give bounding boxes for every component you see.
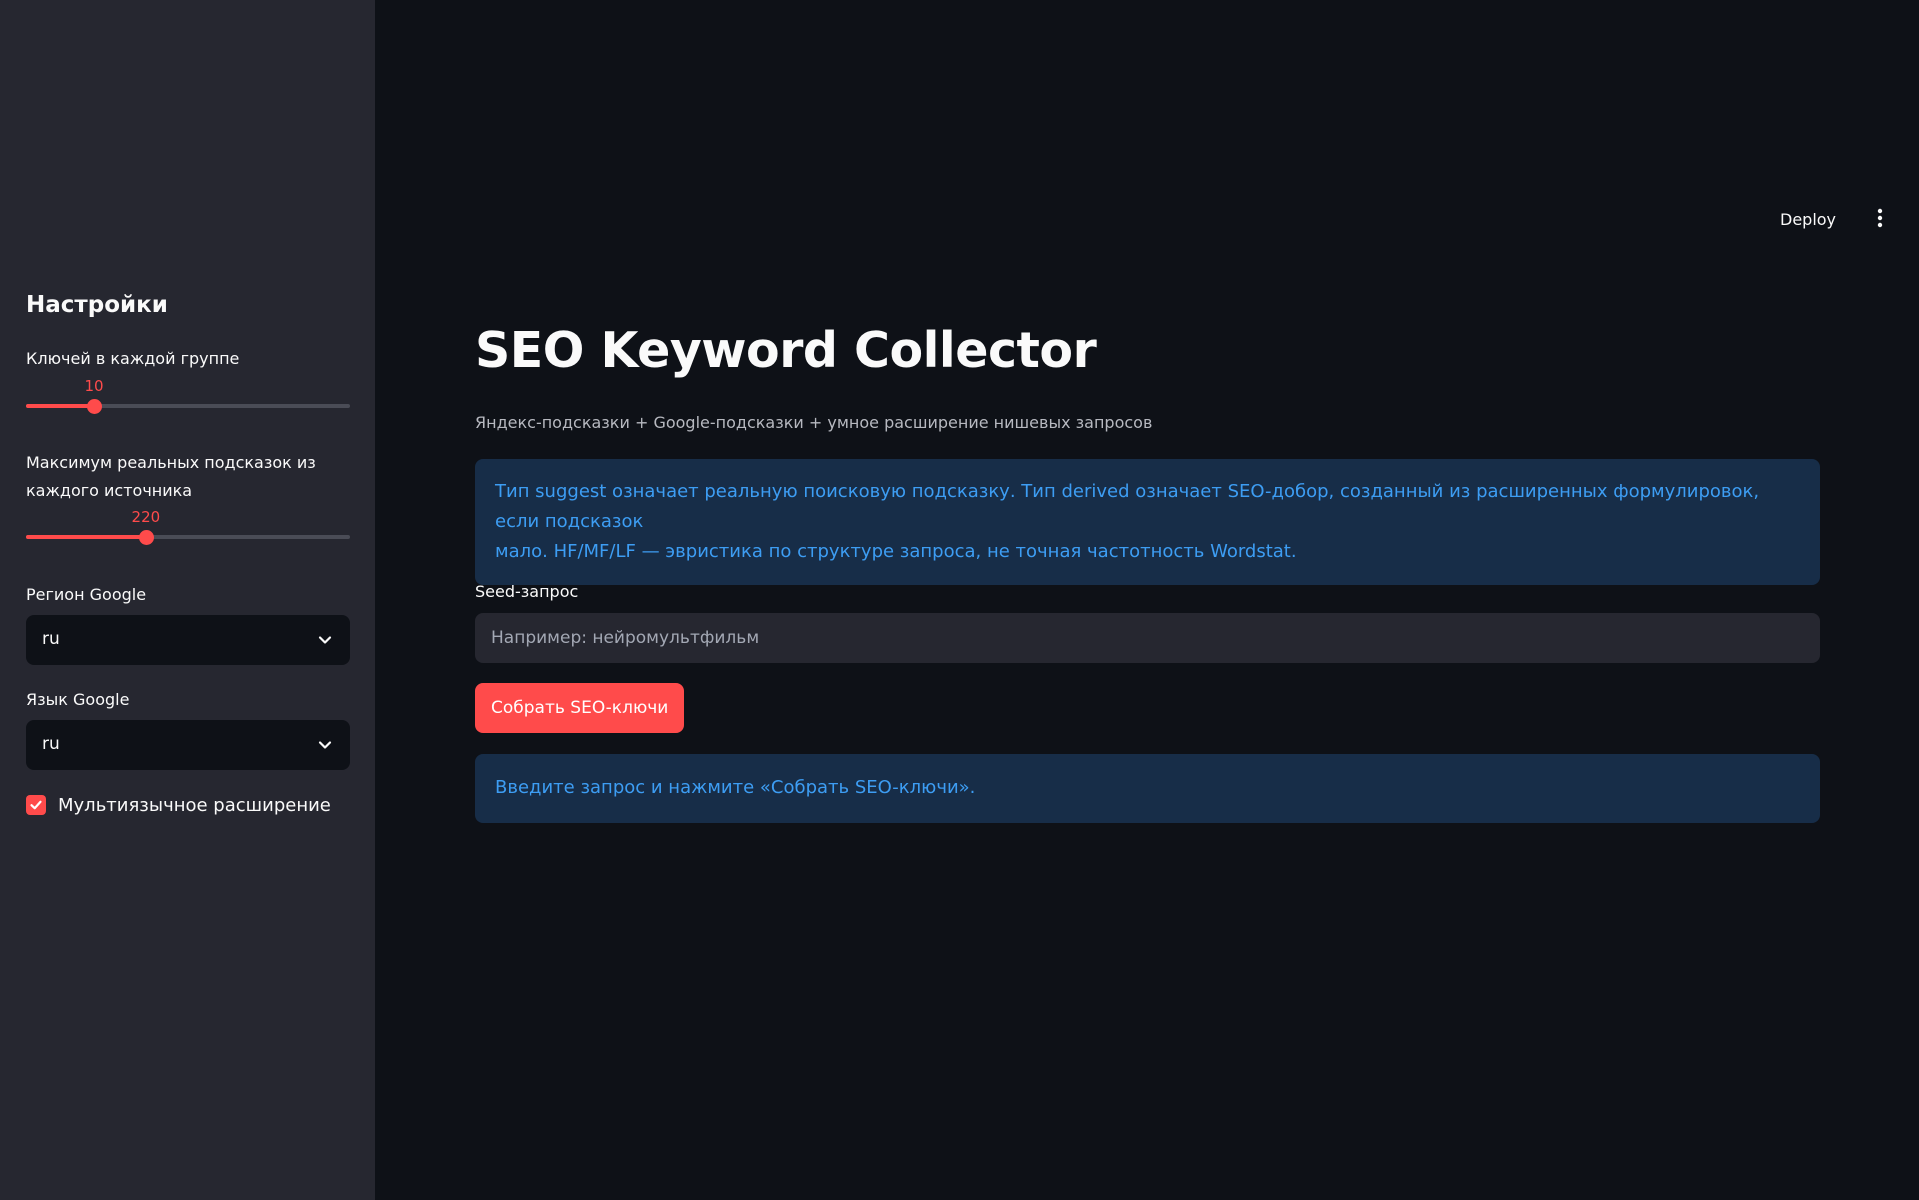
region-select[interactable]: ru (26, 615, 350, 665)
slider-thumb[interactable] (87, 399, 103, 414)
seed-query-label: Seed-запрос (475, 582, 579, 601)
multilang-checkbox-label: Мультиязычное расширение (58, 794, 331, 816)
region-select-value: ru (42, 629, 60, 649)
slider-thumb[interactable] (138, 530, 154, 545)
hint-alert-text: Введите запрос и нажмите «Собрать SEO-кл… (495, 777, 976, 798)
more-vertical-icon[interactable] (1874, 206, 1886, 230)
sidebar: Настройки Ключей в каждой группе 10 Макс… (0, 0, 375, 1200)
slider-value: 220 (131, 508, 161, 526)
slider-value: 10 (84, 377, 104, 395)
info-alert-line1: Тип suggest означает реальную поисковую … (495, 481, 1760, 532)
slider-fill (26, 404, 95, 408)
multilang-checkbox-row[interactable]: Мультиязычное расширение (26, 792, 331, 818)
page-title: SEO Keyword Collector (475, 322, 1097, 379)
chevron-down-icon (318, 741, 332, 749)
slider-max-label-line2: каждого источника (26, 481, 193, 500)
hint-alert: Введите запрос и нажмите «Собрать SEO-кл… (475, 754, 1820, 823)
slider-max-label-line1: Максимум реальных подсказок из (26, 453, 316, 472)
slider-fill (26, 535, 146, 539)
checkmark-icon (30, 800, 42, 810)
info-alert-line2: мало. HF/MF/LF — эвристика по структуре … (495, 541, 1297, 562)
multilang-checkbox[interactable] (26, 795, 46, 815)
collect-keywords-button[interactable]: Собрать SEO-ключи (475, 683, 685, 733)
language-label: Язык Google (26, 690, 130, 709)
slider-keys-label: Ключей в каждой группе (26, 349, 240, 368)
slider-keys-per-group[interactable]: 10 (26, 377, 350, 414)
info-alert: Тип suggest означает реальную поисковую … (475, 459, 1820, 585)
app-root: Настройки Ключей в каждой группе 10 Макс… (0, 0, 1919, 1200)
deploy-button[interactable]: Deploy (1780, 204, 1836, 234)
language-select[interactable]: ru (26, 720, 350, 770)
page-subtitle: Яндекс-подсказки + Google-подсказки + ум… (475, 413, 1153, 432)
slider-max-suggestions[interactable]: 220 (26, 508, 350, 545)
chevron-down-icon (318, 636, 332, 644)
sidebar-title: Настройки (26, 292, 168, 318)
seed-query-input[interactable] (475, 613, 1820, 663)
region-label: Регион Google (26, 585, 147, 604)
language-select-value: ru (42, 734, 60, 754)
